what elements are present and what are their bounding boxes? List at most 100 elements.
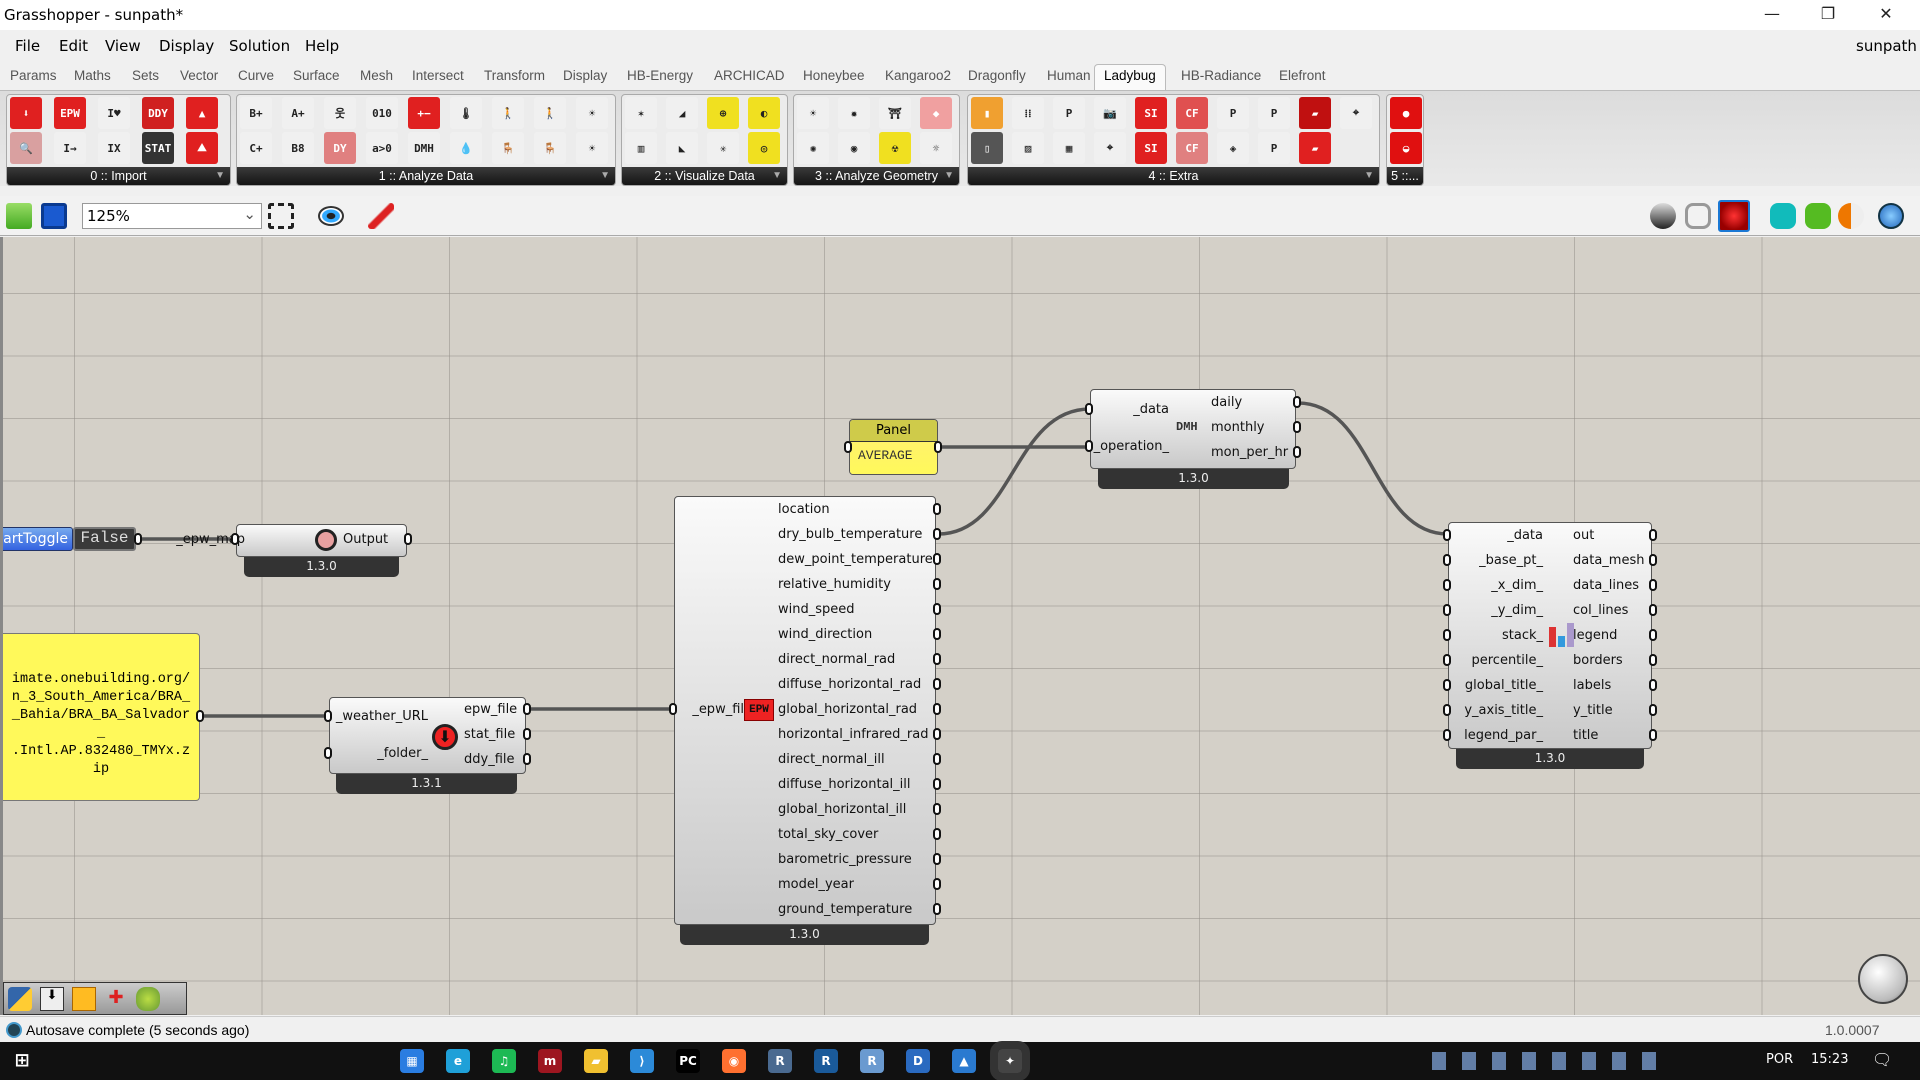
tab-human[interactable]: Human: [1047, 68, 1091, 83]
mendeley-icon[interactable]: m: [538, 1049, 562, 1073]
expand-arrow-icon[interactable]: ▼: [600, 167, 610, 185]
view-rose-icon[interactable]: ✹: [838, 97, 870, 129]
output-port[interactable]: [1293, 396, 1301, 408]
capture-icon[interactable]: ⌖: [1094, 132, 1126, 164]
rstudio-icon[interactable]: R: [860, 1049, 884, 1073]
system-tray-icons[interactable]: [1432, 1052, 1672, 1070]
revit-icon[interactable]: R: [814, 1049, 838, 1073]
output-labels[interactable]: labels: [1573, 677, 1611, 695]
input-port[interactable]: [1443, 529, 1451, 541]
output-port[interactable]: [1649, 604, 1657, 616]
tab-maths[interactable]: Maths: [74, 68, 111, 83]
search-icon[interactable]: 🔍: [10, 132, 42, 164]
legend-par-icon[interactable]: P: [1053, 97, 1085, 129]
output-port[interactable]: [933, 828, 941, 840]
epw-icon[interactable]: EPW: [54, 97, 86, 129]
panel-input-port[interactable]: [844, 441, 852, 453]
edge-icon[interactable]: e: [446, 1049, 470, 1073]
menu-solution[interactable]: Solution: [229, 37, 290, 55]
output-legend[interactable]: legend: [1573, 627, 1617, 645]
output-port[interactable]: [523, 728, 531, 740]
gradient-icon[interactable]: ▮: [971, 97, 1003, 129]
input-port[interactable]: [1443, 704, 1451, 716]
thermometer-icon[interactable]: 🌡: [450, 97, 482, 129]
output-monthly[interactable]: monthly: [1211, 419, 1265, 437]
close-button[interactable]: ✕: [1858, 0, 1914, 30]
input-port[interactable]: [1085, 440, 1093, 452]
c-f-icon[interactable]: CF: [1176, 97, 1208, 129]
input-data[interactable]: _data: [1507, 527, 1543, 545]
output-daily[interactable]: daily: [1211, 394, 1242, 412]
image-icon[interactable]: ▨: [1012, 132, 1044, 164]
minimize-button[interactable]: —: [1744, 0, 1800, 30]
output-data-mesh[interactable]: data_mesh: [1573, 552, 1644, 570]
output-direct-normal-ill[interactable]: direct_normal_ill: [778, 751, 885, 769]
tab-dragonfly[interactable]: Dragonfly: [968, 68, 1026, 83]
tab-ladybug[interactable]: Ladybug: [1094, 64, 1166, 91]
group-label[interactable]: 2 :: Visualize Data ▼: [622, 167, 787, 185]
output-dry-bulb-temperature[interactable]: dry_bulb_temperature: [778, 526, 922, 544]
grasshopper-icon[interactable]: ✦: [990, 1041, 1030, 1080]
menu-file[interactable]: File: [15, 37, 40, 55]
input-port[interactable]: [1085, 403, 1093, 415]
group-label[interactable]: 4 :: Extra ▼: [968, 167, 1379, 185]
expand-arrow-icon[interactable]: ▼: [772, 167, 782, 185]
b8-a2-icon[interactable]: B8: [282, 132, 314, 164]
output-mon-per-hr[interactable]: mon_per_hr: [1211, 444, 1288, 462]
input-port[interactable]: [324, 710, 332, 722]
standing-p-icon[interactable]: P: [1258, 132, 1290, 164]
menu-edit[interactable]: Edit: [59, 37, 88, 55]
menu-display[interactable]: Display: [159, 37, 214, 55]
pycharm-icon[interactable]: PC: [676, 1049, 700, 1073]
material-icon[interactable]: [1838, 203, 1864, 229]
walking-comfort-icon[interactable]: 🚶: [534, 97, 566, 129]
sun-icon[interactable]: ☀: [797, 97, 829, 129]
panel-output-port[interactable]: [934, 441, 942, 453]
group-label[interactable]: 0 :: Import ▼: [7, 167, 230, 185]
monthly-chart-component[interactable]: _data _base_pt_ _x_dim_ _y_dim_ stack_ percen…: [1448, 522, 1652, 749]
output-global-horizontal-ill[interactable]: global_horizontal_ill: [778, 801, 906, 819]
notifications-icon[interactable]: 🗨: [1872, 1050, 1892, 1069]
input-folder[interactable]: _folder_: [377, 745, 428, 763]
input-port[interactable]: [1443, 654, 1451, 666]
orange-sun-icon[interactable]: ✺: [797, 132, 829, 164]
output-port[interactable]: [1293, 446, 1301, 458]
start-windows-icon[interactable]: ⊞: [10, 1049, 34, 1073]
group-label[interactable]: 3 :: Analyze Geometry ▼: [794, 167, 959, 185]
output-col-lines[interactable]: col_lines: [1573, 602, 1628, 620]
ladybug-update-icon[interactable]: ◒: [1390, 132, 1422, 164]
boolean-toggle-label[interactable]: artToggle: [3, 527, 73, 551]
output-port[interactable]: [933, 503, 941, 515]
group-label[interactable]: 1 :: Analyze Data ▼: [237, 167, 615, 185]
tab-surface[interactable]: Surface: [293, 68, 340, 83]
input-port[interactable]: [324, 747, 332, 759]
output-port[interactable]: [1649, 729, 1657, 741]
save-file-icon[interactable]: [41, 203, 67, 229]
open-file-icon[interactable]: [6, 203, 32, 229]
ladybug-icon[interactable]: ●: [1390, 97, 1422, 129]
output-port[interactable]: [933, 878, 941, 890]
a-gt-0-icon[interactable]: a>0: [366, 132, 398, 164]
input-port[interactable]: [1443, 604, 1451, 616]
input-y-axis-title[interactable]: y_axis_title_: [1464, 702, 1543, 720]
dmh-component[interactable]: _data _operation_ daily monthly mon_per_hr DM…: [1090, 389, 1296, 469]
grasshopper-canvas[interactable]: artToggle False imate.onebuilding.org/ n…: [0, 237, 1920, 1015]
zoom-extents-icon[interactable]: [268, 203, 294, 229]
output-total-sky-cover[interactable]: total_sky_cover: [778, 826, 878, 844]
input-port[interactable]: [1443, 729, 1451, 741]
sitting-sun-icon[interactable]: ☀: [576, 97, 608, 129]
average-panel[interactable]: Panel AVERAGE: [849, 419, 938, 475]
radiation-icon[interactable]: ☢: [879, 132, 911, 164]
tab-hb-radiance[interactable]: HB-Radiance: [1181, 68, 1261, 83]
sky-dome-icon[interactable]: ◐: [748, 97, 780, 129]
toggle-icon[interactable]: ▯: [971, 132, 1003, 164]
expand-arrow-icon[interactable]: ▼: [1364, 167, 1374, 185]
output-port[interactable]: [1293, 421, 1301, 433]
url-panel[interactable]: imate.onebuilding.org/ n_3_South_America…: [3, 633, 200, 801]
output-port[interactable]: [933, 578, 941, 590]
output-port[interactable]: [933, 603, 941, 615]
input-port[interactable]: [1443, 629, 1451, 641]
output-port[interactable]: [933, 803, 941, 815]
dots-icon[interactable]: ⁞⁞: [1012, 97, 1044, 129]
tab-elefront[interactable]: Elefront: [1279, 68, 1326, 83]
